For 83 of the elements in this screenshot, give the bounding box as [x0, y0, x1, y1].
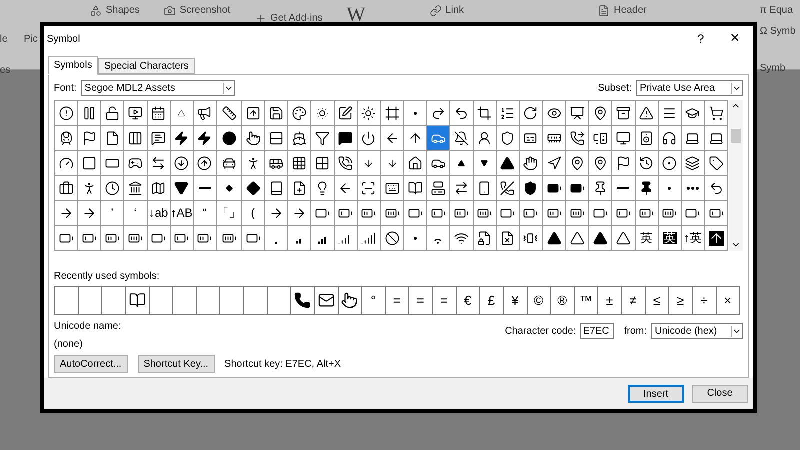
symbol-glyph: ≠: [630, 292, 637, 310]
font-dropdown[interactable]: Segoe MDL2 Assets: [80, 80, 235, 96]
symbol-glyph: ≥: [676, 292, 684, 310]
unicode-name-label: Unicode name:: [54, 320, 122, 334]
symbol-cell[interactable]: 「」: [217, 201, 242, 226]
ribbon-button[interactable]: Ω Symb: [760, 24, 796, 39]
ribbon-button[interactable]: π Equa: [760, 3, 794, 18]
symbol-glyph: 英: [662, 232, 677, 244]
subset-dropdown[interactable]: Private Use Area: [636, 80, 743, 96]
recent-symbol-cell[interactable]: ×: [716, 287, 740, 315]
close-button[interactable]: ×: [725, 27, 745, 51]
symbol-cell[interactable]: (: [242, 201, 266, 226]
symbol-glyph: =: [393, 292, 401, 310]
ribbon-button[interactable]: Get Add-ins: [254, 11, 323, 26]
unicode-name-value: (none): [54, 338, 84, 352]
symbol-cell[interactable]: ’: [101, 201, 124, 226]
symbol-glyph: €: [464, 292, 472, 310]
recent-label: Recently used symbols:: [54, 270, 161, 284]
recent-symbol-cell[interactable]: ™: [574, 287, 598, 315]
symbol-glyph: ±: [606, 292, 614, 310]
symbol-glyph: ©: [534, 292, 544, 310]
shortcut-key-text: Shortcut key: E7EC, Alt+X: [224, 358, 341, 372]
recent-symbol-cell[interactable]: ≥: [669, 287, 693, 315]
font-label: Font:: [54, 82, 77, 96]
character-code-label: Character code:: [505, 324, 576, 338]
recent-symbol-cell[interactable]: ≠: [622, 287, 646, 315]
subset-label: Subset:: [598, 82, 632, 96]
dialog-button[interactable]: Insert: [628, 384, 684, 402]
recent-symbol-cell[interactable]: =: [409, 287, 433, 315]
ribbon-button[interactable]: W: [346, 5, 366, 25]
symbol-cell[interactable]: ‘: [124, 201, 148, 226]
recent-symbol-cell[interactable]: ÷: [692, 287, 716, 315]
ribbon-button[interactable]: Shapes: [90, 3, 140, 18]
ribbon-label: le: [0, 33, 9, 47]
symbol-glyph: ↑英: [684, 232, 702, 244]
symbol-cell[interactable]: 英: [658, 226, 682, 251]
symbol-glyph: °: [370, 292, 376, 310]
symbol-glyph: =: [440, 292, 448, 310]
recent-symbol-cell[interactable]: ±: [598, 287, 622, 315]
recent-symbol-cell[interactable]: ©: [528, 287, 552, 315]
dialog-button[interactable]: AutoCorrect...: [54, 355, 128, 373]
symbol-glyph: 「」: [217, 207, 242, 219]
dialog-title: Symbol: [47, 32, 82, 46]
symbol-cell[interactable]: ↑英: [682, 226, 705, 251]
symbol-glyph: ×: [724, 292, 732, 310]
symbol-glyph: 英: [640, 232, 653, 244]
recent-symbol-cell[interactable]: =: [433, 287, 457, 315]
symbol-cell[interactable]: ↑AB: [170, 201, 194, 226]
symbol-glyph: ¥: [512, 292, 519, 310]
dialog-button[interactable]: Close: [692, 384, 748, 402]
symbol-glyph: £: [488, 292, 496, 310]
symbol-glyph: ™: [580, 292, 593, 310]
ribbon-button[interactable]: Link: [430, 3, 464, 18]
symbol-cell[interactable]: ↓ab: [148, 201, 171, 226]
dialog-button[interactable]: Shortcut Key...: [138, 355, 215, 373]
dialog-tab[interactable]: Symbols: [48, 56, 98, 75]
symbol-glyph: ↓ab: [148, 207, 168, 219]
from-dropdown[interactable]: Unicode (hex): [651, 323, 743, 339]
recent-symbol-cell[interactable]: ®: [551, 287, 575, 315]
symbol-glyph: ≤: [653, 292, 660, 310]
recent-symbol-cell[interactable]: ¥: [504, 287, 528, 315]
symbol-glyph: ®: [558, 292, 568, 310]
ribbon-button[interactable]: Screenshot: [164, 3, 231, 18]
symbol-glyph: (: [251, 207, 256, 219]
recent-symbol-cell[interactable]: €: [456, 287, 480, 315]
symbol-cell[interactable]: 英: [636, 226, 659, 251]
symbol-cell[interactable]: “: [194, 201, 218, 226]
symbol-glyph: ÷: [700, 292, 708, 310]
from-label: from:: [624, 324, 647, 338]
ribbon-button[interactable]: Header: [598, 3, 647, 18]
symbol-glyph: ↑AB: [170, 207, 193, 219]
symbol-glyph: “: [202, 207, 207, 219]
recent-symbol-cell[interactable]: =: [386, 287, 410, 315]
character-code-field[interactable]: E7EC: [580, 323, 614, 339]
ribbon-group-label: Symb: [760, 62, 786, 76]
symbol-glyph: =: [416, 292, 424, 310]
recent-symbol-cell[interactable]: ≤: [646, 287, 670, 315]
help-button[interactable]: ?: [691, 30, 711, 48]
recent-symbol-cell[interactable]: °: [362, 287, 386, 315]
recent-symbol-cell[interactable]: £: [480, 287, 504, 315]
symbol-glyph: ‘: [134, 207, 137, 219]
symbol-glyph: ’: [111, 207, 114, 219]
dialog-tab[interactable]: Special Characters: [98, 58, 195, 74]
